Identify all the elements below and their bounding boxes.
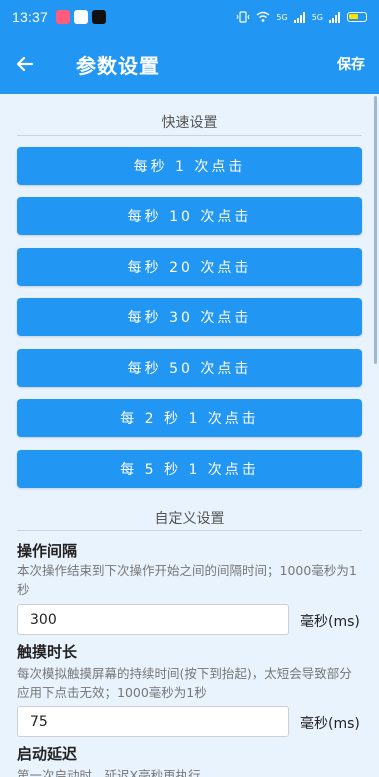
signal-bars-icon <box>329 11 340 23</box>
touch-duration-title: 触摸时长 <box>17 643 78 661</box>
scrollbar[interactable] <box>374 96 377 364</box>
quick-button-30-per-sec[interactable]: 每秒 30 次点击 <box>17 298 362 336</box>
touch-duration-input[interactable]: 75 <box>17 706 289 737</box>
wifi-icon <box>256 11 270 22</box>
arrow-left-icon <box>16 56 34 72</box>
quick-button-every-5-sec[interactable]: 每 5 秒 1 次点击 <box>17 450 362 488</box>
signal-1-label: 5G <box>276 12 288 22</box>
back-button[interactable] <box>0 34 50 94</box>
app-bar: 参数设置 保存 <box>0 34 379 94</box>
photo-app-icon <box>74 10 89 24</box>
status-bar: 13:37 5G 5G <box>0 0 379 34</box>
settings-content[interactable]: 快速设置 每秒 1 次点击 每秒 10 次点击 每秒 20 次点击 每秒 30 … <box>0 94 379 777</box>
quick-button-every-2-sec[interactable]: 每 2 秒 1 次点击 <box>17 399 362 437</box>
vibrate-icon <box>236 11 250 23</box>
signal-2-label: 5G <box>311 12 323 22</box>
interval-description: 本次操作结束到下次操作开始之间的间隔时间；1000毫秒为1秒 <box>17 563 357 597</box>
touch-duration-description: 每次模拟触摸屏幕的持续时间(按下到抬起)，太短会导致部分应用下点击无效；1000… <box>17 666 352 700</box>
divider <box>17 530 362 531</box>
interval-unit: 毫秒(ms) <box>300 614 360 630</box>
status-time: 13:37 <box>12 9 49 25</box>
save-button[interactable]: 保存 <box>337 54 365 74</box>
quick-button-20-per-sec[interactable]: 每秒 20 次点击 <box>17 248 362 286</box>
battery-icon <box>347 12 367 22</box>
page-title: 参数设置 <box>76 53 160 78</box>
quick-button-50-per-sec[interactable]: 每秒 50 次点击 <box>17 349 362 387</box>
interval-title: 操作间隔 <box>17 542 78 560</box>
custom-settings-header: 自定义设置 <box>154 511 225 527</box>
status-right-icons: 5G 5G <box>236 11 367 23</box>
status-app-icons <box>56 10 107 24</box>
start-delay-title: 启动延迟 <box>17 745 78 763</box>
divider <box>17 135 362 136</box>
quick-settings-header: 快速设置 <box>161 115 218 131</box>
quick-button-1-per-sec[interactable]: 每秒 1 次点击 <box>17 147 362 185</box>
touch-duration-unit: 毫秒(ms) <box>300 716 360 732</box>
start-delay-description: 第一次启动时，延迟X毫秒再执行 <box>17 768 201 777</box>
tiktok-app-icon <box>92 10 107 24</box>
signal-bars-icon <box>293 11 305 23</box>
heart-app-icon <box>56 10 71 24</box>
quick-button-10-per-sec[interactable]: 每秒 10 次点击 <box>17 197 362 235</box>
interval-input[interactable]: 300 <box>17 604 289 635</box>
